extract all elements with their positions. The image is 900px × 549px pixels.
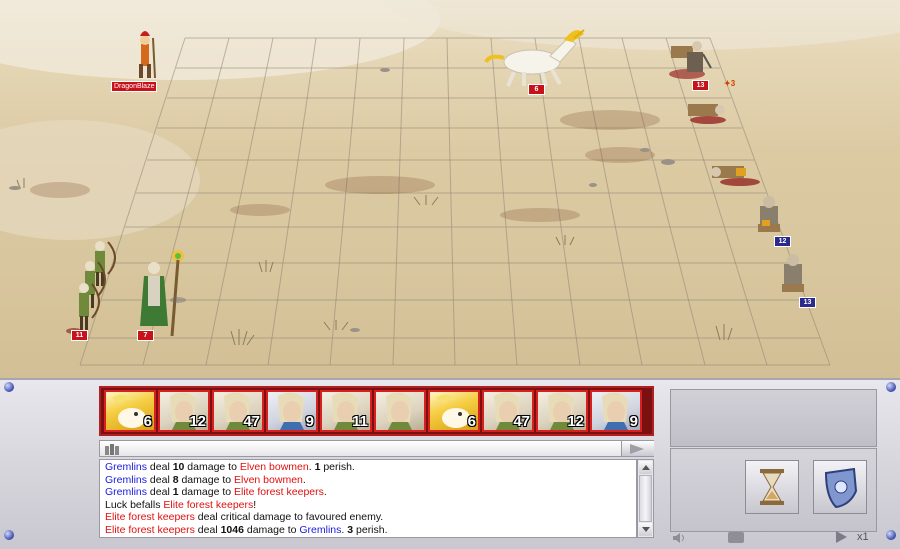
log-segment: Elite forest keepers	[234, 486, 324, 498]
unit-count-badge: 11	[71, 330, 88, 341]
log-segment: .	[302, 473, 306, 486]
log-line: Gremlins deal 1 damage to Elite forest k…	[105, 486, 631, 499]
combat-log: Gremlins deal 10 damage to Elven bowmen.…	[99, 459, 637, 538]
queue-slot[interactable]: 9	[266, 390, 318, 432]
elven-bowmen-unit[interactable]	[66, 236, 126, 336]
unicorn-unit[interactable]	[480, 28, 590, 88]
log-segment: Gremlins	[299, 523, 342, 536]
unit-count-badge: 7	[137, 330, 154, 341]
queue-slot[interactable]: 11	[320, 390, 372, 432]
castle-icon[interactable]	[104, 443, 120, 455]
log-segment: Elite forest keepers	[105, 511, 195, 523]
unit-count-badge: 12	[774, 236, 791, 247]
queue-slot-count: 11	[352, 413, 368, 430]
unit-info-panel	[670, 389, 877, 447]
ornament-gem-icon	[886, 382, 896, 392]
hourglass-icon	[760, 469, 784, 505]
log-segment: deal	[194, 523, 221, 536]
log-line: Elite forest keepers deal 1046 damage to…	[105, 524, 631, 537]
log-segment: deal	[147, 473, 173, 486]
log-segment: deal	[147, 461, 173, 473]
log-line: Elite forest keepers deal critical damag…	[105, 511, 631, 524]
wait-button[interactable]	[745, 460, 799, 514]
chat-toggle-button[interactable]	[728, 532, 744, 543]
queue-slot[interactable]: 6	[428, 390, 480, 432]
queue-slot-count: 12	[567, 413, 584, 430]
scroll-down-button[interactable]	[639, 523, 652, 536]
queue-slot[interactable]: 12	[158, 390, 210, 432]
log-segment: perish.	[320, 461, 355, 473]
queue-slot[interactable]: 9	[590, 390, 642, 432]
log-segment: Elven bowmen	[239, 461, 309, 473]
hero-name-label: DragonBlaze	[111, 81, 158, 92]
queue-slot-count: 47	[243, 413, 260, 430]
log-segment: Gremlins	[105, 461, 148, 473]
log-line: Luck befalls Elite forest keepers!	[105, 499, 631, 512]
unit-count-badge: 13	[692, 80, 709, 91]
ornament-gem-icon	[886, 530, 896, 540]
log-line: Gremlins deal 8 damage to Elven bowmen.	[105, 474, 631, 487]
chat-input-bar[interactable]	[99, 440, 654, 457]
log-segment: Elite forest keepers	[105, 523, 195, 536]
queue-slot[interactable]: 47	[482, 390, 534, 432]
druid-unit[interactable]	[132, 248, 194, 338]
hero-figure[interactable]	[128, 28, 162, 82]
log-segment: 10	[172, 461, 185, 473]
queue-slot-count: 6	[143, 413, 152, 430]
log-segment: deal	[147, 486, 173, 498]
gremlin-unit[interactable]	[752, 194, 788, 240]
log-line: Gremlins deal 10 damage to Elven bowmen.…	[105, 461, 631, 474]
queue-slot[interactable]	[374, 390, 426, 432]
queue-slot-count: 9	[629, 413, 638, 430]
queue-slot-count: 9	[305, 413, 314, 430]
action-panel	[670, 448, 877, 532]
log-segment: .	[323, 486, 327, 498]
log-segment: Luck befalls	[105, 498, 164, 511]
scroll-thumb[interactable]	[639, 475, 652, 522]
queue-slot[interactable]: 6	[104, 390, 156, 432]
shield-icon	[824, 467, 858, 509]
gremlin-corpse	[688, 104, 726, 124]
log-segment: perish.	[353, 523, 388, 536]
log-segment: damage to	[243, 523, 300, 536]
gremlin-unit[interactable]	[776, 252, 812, 300]
log-scrollbar[interactable]	[637, 459, 654, 538]
queue-slot-count: 6	[467, 413, 476, 430]
unit-count-badge: 6	[528, 84, 545, 95]
speed-multiplier[interactable]: x1	[857, 531, 869, 543]
ornament-gem-icon	[4, 382, 14, 392]
morale-value: 3	[730, 79, 736, 88]
log-segment: !	[253, 498, 257, 511]
battlefield[interactable]: DragonBlaze 6 13 ✦3 12 13 11 7	[0, 0, 900, 378]
battle-control-panel: 6 12 47 9 11 6 47 12 9 Gremlins deal 10 damage t…	[0, 378, 900, 549]
morale-indicator: ✦3	[724, 79, 736, 88]
gremlin-unit[interactable]	[665, 38, 715, 82]
elf-portrait-icon	[386, 392, 412, 430]
log-segment: Elite forest keepers	[163, 498, 254, 511]
turn-order-queue: 6 12 47 9 11 6 47 12 9	[99, 386, 654, 436]
scroll-up-button[interactable]	[639, 461, 652, 474]
queue-slot-count: 12	[189, 413, 206, 430]
log-segment: damage to	[184, 461, 240, 473]
unit-count-badge: 13	[799, 297, 816, 308]
log-segment: 1046	[220, 523, 244, 536]
send-button[interactable]	[621, 441, 654, 456]
log-segment: damage to	[178, 473, 234, 486]
queue-slot-count: 47	[513, 413, 530, 430]
log-segment: Elven bowmen	[234, 473, 303, 486]
speaker-icon[interactable]	[672, 532, 686, 544]
log-segment: Gremlins	[105, 486, 148, 498]
log-segment: deal critical damage to favoured enemy.	[194, 511, 384, 523]
ornament-gem-icon	[4, 530, 14, 540]
play-icon[interactable]	[836, 531, 847, 543]
defend-button[interactable]	[813, 460, 867, 514]
queue-slot[interactable]: 47	[212, 390, 264, 432]
gremlin-corpse	[711, 166, 760, 186]
log-segment: Gremlins	[105, 473, 148, 486]
log-segment: damage to	[178, 486, 234, 498]
queue-slot[interactable]: 12	[536, 390, 588, 432]
